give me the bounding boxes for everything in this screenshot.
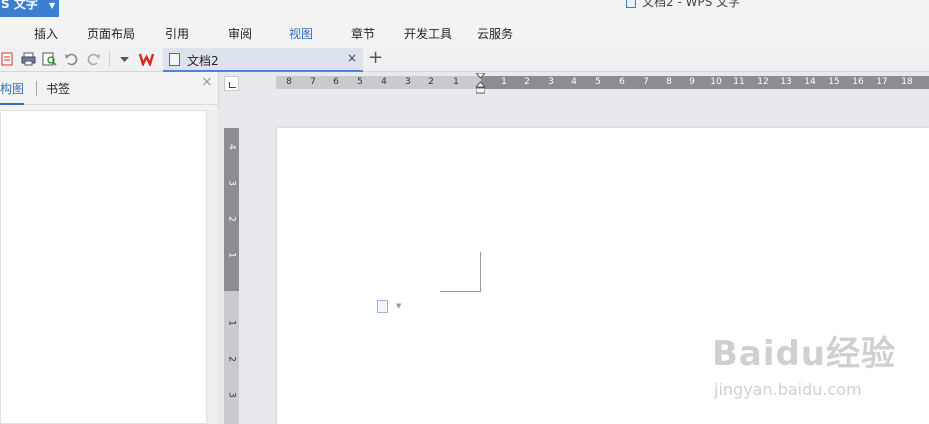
baidu-watermark: Baidu经验 jingyan.baidu.com (712, 326, 897, 399)
ruler-tick-label: 1 (501, 77, 507, 87)
print-preview-icon[interactable] (42, 52, 57, 66)
ruler-tick-label: 14 (804, 77, 816, 87)
indent-marker-icon[interactable] (476, 73, 485, 95)
tab-insert[interactable]: 插入 (34, 25, 58, 42)
vertical-ruler[interactable]: 4 3 2 1 1 2 3 (224, 128, 239, 424)
ruler-tick-label: 7 (643, 77, 649, 87)
ruler-tick-label: 8 (666, 77, 672, 87)
ruler-tick-label: 4 (571, 77, 577, 87)
quick-access-bar: 文档2 × + (0, 46, 929, 72)
outline-list[interactable] (0, 110, 207, 424)
document-icon (626, 0, 636, 8)
paste-options-icon[interactable] (377, 300, 388, 313)
ruler-tick-label: 3 (226, 180, 237, 186)
word-document-icon (169, 53, 180, 66)
margin-corner-mark (440, 252, 481, 292)
customize-dropdown-icon[interactable] (117, 52, 132, 66)
ruler-tick-label: 1 (453, 77, 459, 87)
watermark-url: jingyan.baidu.com (714, 380, 862, 399)
tab-view[interactable]: 视图 (289, 25, 313, 42)
ruler-tick-label: 2 (226, 356, 237, 362)
ruler-tick-label: 7 (310, 77, 316, 87)
app-menu-button[interactable]: S 文字 ▼ (0, 0, 59, 17)
print-icon[interactable] (21, 52, 36, 66)
app-menu-label: S 文字 (1, 0, 38, 11)
ruler-tick-label: 17 (876, 77, 888, 87)
ruler-tick-label: 2 (226, 216, 237, 222)
ruler-tick-label: 8 (286, 77, 292, 87)
tab-review[interactable]: 审阅 (228, 25, 252, 42)
ruler-tick-label: 10 (710, 77, 722, 87)
title-bar: S 文字 ▼ 文档2 - WPS 文字 (0, 0, 929, 18)
redo-icon[interactable] (86, 52, 101, 66)
ruler-tick-label: 13 (780, 77, 792, 87)
chevron-down-icon[interactable]: ▼ (396, 302, 401, 310)
tab-bookmarks[interactable]: 书签 (46, 80, 70, 97)
ruler-tick-label: 2 (524, 77, 530, 87)
ruler-tick-label: 3 (405, 77, 411, 87)
tab-section[interactable]: 章节 (351, 25, 375, 42)
ruler-tick-label: 3 (226, 392, 237, 398)
ruler-tick-label: 18 (901, 77, 913, 87)
ruler-tick-label: 16 (852, 77, 864, 87)
ruler-tick-label: 3 (548, 77, 554, 87)
close-pane-button[interactable]: × (201, 74, 213, 90)
ruler-tick-label: 5 (595, 77, 601, 87)
ruler-tick-label: 5 (357, 77, 363, 87)
watermark-main: Baidu经验 (712, 334, 897, 374)
undo-icon[interactable] (64, 52, 79, 66)
chevron-down-icon: ▼ (49, 1, 56, 10)
ruler-tick-label: 2 (428, 77, 434, 87)
tab-references[interactable]: 引用 (165, 25, 189, 42)
ruler-tick-label: 6 (619, 77, 625, 87)
ruler-tick-label: 9 (689, 77, 695, 87)
ruler-tick-label: 6 (333, 77, 339, 87)
navigation-pane: 构图 书签 × (0, 72, 219, 424)
window-title: 文档2 - WPS 文字 (626, 0, 740, 10)
document-tab-label: 文档2 (187, 54, 219, 68)
ruler-tick-label: 15 (828, 77, 840, 87)
nav-pane-tabs: 构图 书签 × (0, 72, 219, 105)
tab-cloud[interactable]: 云服务 (477, 25, 513, 42)
tab-divider (36, 81, 37, 96)
window-title-text: 文档2 - WPS 文字 (642, 0, 741, 9)
close-tab-button[interactable]: × (347, 51, 357, 65)
export-pdf-icon[interactable] (0, 52, 15, 66)
tab-outline[interactable]: 构图 (0, 80, 25, 105)
ruler-tick-label: 1 (226, 252, 237, 258)
pane-scrollbar[interactable] (207, 110, 219, 424)
new-tab-button[interactable]: + (368, 47, 383, 68)
ruler-tick-label: 11 (733, 77, 745, 87)
ruler-tick-label: 12 (757, 77, 769, 87)
tab-page-layout[interactable]: 页面布局 (87, 25, 135, 42)
tab-stop-selector[interactable] (224, 76, 239, 91)
wps-logo-icon[interactable] (139, 52, 154, 66)
tab-developer[interactable]: 开发工具 (404, 25, 452, 42)
horizontal-ruler[interactable]: 8 7 6 5 4 3 2 1 1 2 3 4 5 6 7 8 9 10 11 12 13 14 15 16 17 18 (276, 76, 929, 89)
toolbar-divider (109, 51, 110, 67)
ruler-tick-label: 4 (226, 144, 237, 150)
document-tab[interactable]: 文档2 × (163, 48, 363, 72)
ruler-tick-label: 4 (381, 77, 387, 87)
ribbon-tabs: 插入 页面布局 引用 审阅 视图 章节 开发工具 云服务 (0, 18, 929, 46)
ruler-tick-label: 1 (226, 320, 237, 326)
